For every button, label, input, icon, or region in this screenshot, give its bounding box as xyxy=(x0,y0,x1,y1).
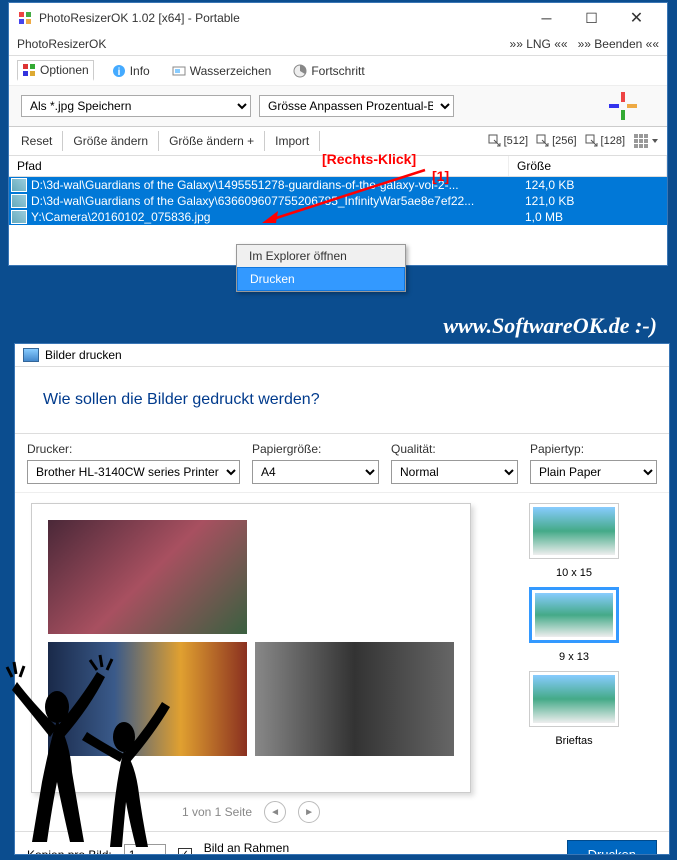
tab-label: Optionen xyxy=(40,63,89,77)
pager: 1 von 1 Seite ◄ ► xyxy=(31,793,471,831)
size-mode-select[interactable]: Grösse Anpassen Prozentual-Bezoge xyxy=(259,95,454,117)
print-options: Drucker: Brother HL-3140CW series Printe… xyxy=(15,434,669,493)
tab-wasserzeichen[interactable]: Wasserzeichen xyxy=(168,62,276,80)
minimize-button[interactable]: ─ xyxy=(524,3,569,33)
image-icon xyxy=(11,210,27,224)
annotation-1: [1] xyxy=(432,168,449,184)
resize-icon xyxy=(536,134,550,148)
preview-image xyxy=(48,642,247,756)
import-button[interactable]: Import xyxy=(265,131,320,151)
tab-fortschritt[interactable]: Fortschritt xyxy=(289,62,368,80)
info-icon: i xyxy=(112,64,126,78)
settings-icon xyxy=(22,63,36,77)
save-format-select[interactable]: Als *.jpg Speichern xyxy=(21,95,251,117)
ctx-drucken[interactable]: Drucken xyxy=(237,267,405,291)
papertype-select[interactable]: Plain Paper xyxy=(530,460,657,484)
preview-page xyxy=(31,503,471,793)
fit-frame-checkbox[interactable]: ✓ xyxy=(178,848,192,856)
copies-spinner[interactable]: 1 xyxy=(124,844,166,856)
color-icon[interactable] xyxy=(609,92,637,120)
maximize-button[interactable]: ☐ xyxy=(569,3,614,33)
layout-label: 10 x 15 xyxy=(556,567,592,579)
print-question: Wie sollen die Bilder gedruckt werden? xyxy=(15,367,669,434)
size-128-button[interactable]: [128] xyxy=(585,134,625,148)
print-dialog-icon xyxy=(23,348,39,362)
table-row[interactable]: D:\3d-wal\Guardians of the Galaxy\149555… xyxy=(9,177,667,193)
context-menu: Im Explorer öffnen Drucken xyxy=(236,244,406,292)
options-row: Als *.jpg Speichern Grösse Anpassen Proz… xyxy=(9,85,667,127)
layout-sidebar: 10 x 15 9 x 13 Brieftas xyxy=(479,503,669,831)
app-name-label: PhotoResizerOK xyxy=(17,37,500,51)
next-page-button[interactable]: ► xyxy=(298,801,320,823)
tab-label: Info xyxy=(130,64,150,78)
tabbar: Optionen i Info Wasserzeichen Fortschrit… xyxy=(9,55,667,85)
image-icon xyxy=(11,178,27,192)
tab-info[interactable]: i Info xyxy=(108,62,154,80)
table-row[interactable]: D:\3d-wal\Guardians of the Galaxy\636609… xyxy=(9,193,667,209)
page-text: 1 von 1 Seite xyxy=(182,805,252,819)
close-button[interactable]: ✕ xyxy=(614,3,659,33)
drucken-button[interactable]: Drucken xyxy=(567,840,657,855)
fit-frame-label: Bild an Rahmen anpassen xyxy=(204,841,314,856)
preview-image xyxy=(48,520,247,634)
prev-page-button[interactable]: ◄ xyxy=(264,801,286,823)
quality-select[interactable]: Normal xyxy=(391,460,518,484)
svg-text:i: i xyxy=(117,67,120,78)
tab-label: Wasserzeichen xyxy=(190,64,272,78)
resize-icon xyxy=(585,134,599,148)
resize-icon xyxy=(488,134,502,148)
menubar: PhotoResizerOK »» LNG «« »» Beenden «« xyxy=(9,33,667,55)
image-icon xyxy=(11,194,27,208)
preview-image xyxy=(255,642,454,756)
layout-label: Brieftas xyxy=(555,735,592,747)
print-bottombar: Kopien pro Bild: 1 ✓ Bild an Rahmen anpa… xyxy=(15,831,669,855)
table-row[interactable]: Y:\Camera\20160102_075836.jpg1,0 MB xyxy=(9,209,667,225)
printer-select[interactable]: Brother HL-3140CW series Printer xyxy=(27,460,240,484)
progress-icon xyxy=(293,64,307,78)
reset-button[interactable]: Reset xyxy=(17,131,63,151)
preview-area: 1 von 1 Seite ◄ ► 10 x 15 9 x 13 Briefta… xyxy=(15,493,669,831)
print-titlebar[interactable]: Bilder drucken xyxy=(15,344,669,367)
print-dialog: Bilder drucken Wie sollen die Bilder ged… xyxy=(14,343,670,855)
ctx-open-explorer[interactable]: Im Explorer öffnen xyxy=(237,245,405,267)
dropdown-icon[interactable] xyxy=(651,134,659,148)
lng-button[interactable]: »» LNG «« xyxy=(510,37,568,51)
quality-label: Qualität: xyxy=(391,442,518,456)
titlebar[interactable]: PhotoResizerOK 1.02 [x64] - Portable ─ ☐… xyxy=(9,3,667,33)
size-256-button[interactable]: [256] xyxy=(536,134,576,148)
window-title: PhotoResizerOK 1.02 [x64] - Portable xyxy=(39,11,524,25)
tab-optionen[interactable]: Optionen xyxy=(17,60,94,81)
layout-thumb[interactable] xyxy=(529,503,619,559)
grid-view-icon[interactable] xyxy=(633,133,649,149)
papertype-label: Papiertyp: xyxy=(530,442,657,456)
size-512-button[interactable]: [512] xyxy=(488,134,528,148)
tab-label: Fortschritt xyxy=(311,64,364,78)
resize-plus-button[interactable]: Größe ändern + xyxy=(159,131,265,151)
copies-label: Kopien pro Bild: xyxy=(27,848,112,856)
layout-thumb[interactable] xyxy=(529,587,619,643)
print-title: Bilder drucken xyxy=(45,348,122,362)
col-size[interactable]: Größe xyxy=(509,156,667,176)
resize-button[interactable]: Größe ändern xyxy=(63,131,159,151)
watermark-icon xyxy=(172,64,186,78)
paper-label: Papiergröße: xyxy=(252,442,379,456)
annotation-rechts-klick: [Rechts-Klick] xyxy=(322,151,416,167)
layout-thumb[interactable] xyxy=(529,671,619,727)
printer-label: Drucker: xyxy=(27,442,240,456)
app-icon xyxy=(17,10,33,26)
layout-label: 9 x 13 xyxy=(559,651,589,663)
beenden-button[interactable]: »» Beenden «« xyxy=(578,37,659,51)
photoresizer-window: PhotoResizerOK 1.02 [x64] - Portable ─ ☐… xyxy=(8,2,668,266)
paper-select[interactable]: A4 xyxy=(252,460,379,484)
website-label: www.SoftwareOK.de :-) xyxy=(0,313,677,339)
